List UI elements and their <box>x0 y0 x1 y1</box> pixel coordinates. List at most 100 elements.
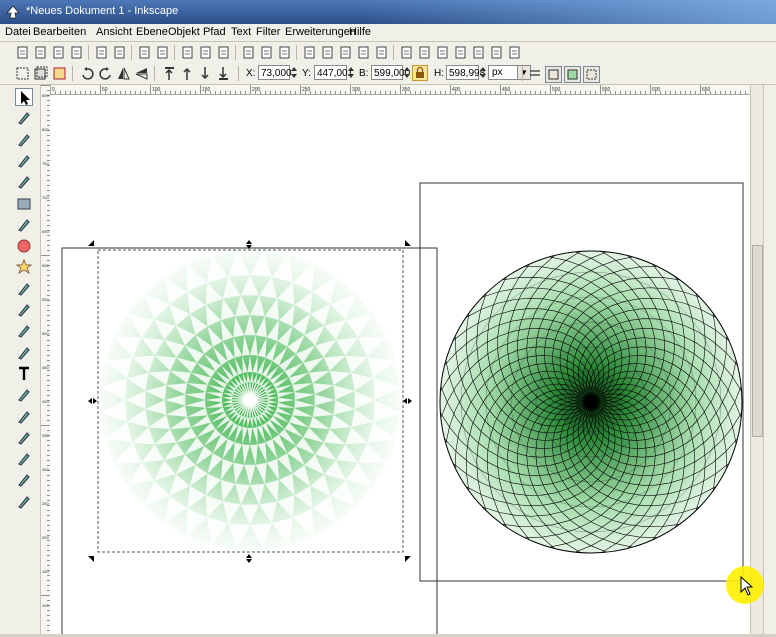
menu-erweiterungen[interactable]: Erweiterungen <box>285 26 356 38</box>
paint-bucket-tool-icon[interactable] <box>15 429 33 447</box>
save-icon[interactable] <box>51 45 66 60</box>
duplicate-icon[interactable] <box>302 45 317 60</box>
raise-icon[interactable] <box>180 66 195 81</box>
node-tool-icon[interactable] <box>15 109 33 127</box>
selector-tool-icon[interactable] <box>15 88 33 106</box>
scale-corners-icon[interactable] <box>545 66 562 83</box>
scale-handle-s[interactable] <box>246 554 252 563</box>
vertical-scrollbar[interactable] <box>750 85 763 634</box>
scale-handle-nw[interactable] <box>88 240 94 246</box>
menu-bearbeiten[interactable]: Bearbeiten <box>33 26 86 38</box>
menu-ansicht[interactable]: Ansicht <box>96 26 132 38</box>
redo-icon[interactable] <box>155 45 170 60</box>
document-properties-icon[interactable] <box>507 45 522 60</box>
connector-tool-icon[interactable] <box>15 493 33 511</box>
text-tool-icon[interactable] <box>15 365 33 383</box>
cut-icon[interactable] <box>198 45 213 60</box>
undo-icon[interactable] <box>137 45 152 60</box>
zoom-selection-icon[interactable] <box>241 45 256 60</box>
height-label: H: <box>434 68 444 79</box>
align-icon[interactable] <box>453 45 468 60</box>
copy-icon[interactable] <box>180 45 195 60</box>
y-spinner-icon[interactable] <box>348 65 354 80</box>
width-spinner-icon[interactable] <box>404 65 410 80</box>
export-icon[interactable] <box>112 45 127 60</box>
star-tool-glyph <box>15 259 33 275</box>
text-font-icon[interactable] <box>417 45 432 60</box>
xml-editor-icon[interactable] <box>435 45 450 60</box>
new-document-icon[interactable] <box>15 45 30 60</box>
height-field[interactable]: 598,998 <box>446 65 485 80</box>
spray-tool-icon[interactable] <box>15 386 33 404</box>
select-all-icon[interactable] <box>15 66 30 81</box>
menu-pfad[interactable]: Pfad <box>203 26 226 38</box>
rotate-cw-icon[interactable] <box>98 66 113 81</box>
preferences-icon[interactable] <box>489 45 504 60</box>
scale-handle-se[interactable] <box>405 556 411 562</box>
width-field[interactable]: 599,000 <box>371 65 410 80</box>
lock-ratio-button[interactable] <box>412 65 428 81</box>
right-rosette[interactable] <box>439 250 743 554</box>
menu-ebene[interactable]: Ebene <box>136 26 168 38</box>
zoom-tool-icon[interactable] <box>15 152 33 170</box>
window-title: *Neues Dokument 1 - Inkscape <box>26 5 179 17</box>
ungroup-icon[interactable] <box>374 45 389 60</box>
rotate-ccw-icon[interactable] <box>80 66 95 81</box>
print-icon[interactable] <box>69 45 84 60</box>
lower-icon[interactable] <box>198 66 213 81</box>
scale-handle-w[interactable] <box>88 398 97 404</box>
rectangle-tool-glyph <box>17 198 31 209</box>
ruler-label: 550 <box>602 87 611 93</box>
drawing-canvas[interactable] <box>50 95 750 634</box>
rectangle-tool-icon[interactable] <box>15 195 33 213</box>
measure-tool-icon[interactable] <box>15 173 33 191</box>
ellipse-tool-icon[interactable] <box>15 237 33 255</box>
left-rosette[interactable] <box>100 250 400 550</box>
transform-icon[interactable] <box>471 45 486 60</box>
scale-handle-e[interactable] <box>403 398 412 404</box>
lower-to-bottom-icon[interactable] <box>216 66 231 81</box>
menu-text[interactable]: Text <box>231 26 251 38</box>
scrollbar-thumb[interactable] <box>752 245 763 437</box>
ruler-label: 50 <box>102 87 108 93</box>
menu-filter[interactable]: Filter <box>256 26 280 38</box>
height-spinner-icon[interactable] <box>480 65 486 80</box>
3d-box-tool-icon[interactable] <box>15 216 33 234</box>
paste-icon[interactable] <box>216 45 231 60</box>
flip-vertical-icon[interactable] <box>134 66 149 81</box>
move-gradients-icon[interactable] <box>564 66 581 83</box>
eraser-tool-glyph <box>18 410 30 424</box>
menu-objekt[interactable]: Objekt <box>168 26 200 38</box>
dropper-tool-icon[interactable] <box>15 471 33 489</box>
select-all-layers-icon[interactable] <box>33 66 48 81</box>
x-field[interactable]: 73,000 <box>258 65 292 80</box>
unlink-clone-icon[interactable] <box>338 45 353 60</box>
gradient-tool-icon[interactable] <box>15 450 33 468</box>
tweak-tool-icon[interactable] <box>15 131 33 149</box>
scale-handle-sw[interactable] <box>88 556 94 562</box>
raise-to-top-icon[interactable] <box>162 66 177 81</box>
menu-hilfe[interactable]: Hilfe <box>349 26 371 38</box>
scale-handle-ne[interactable] <box>405 240 411 246</box>
import-icon[interactable] <box>94 45 109 60</box>
star-tool-icon[interactable] <box>15 258 33 276</box>
x-spinner-icon[interactable] <box>291 65 297 80</box>
group-icon[interactable] <box>356 45 371 60</box>
menu-datei[interactable]: Datei <box>5 26 31 38</box>
clone-icon[interactable] <box>320 45 335 60</box>
zoom-page-icon[interactable] <box>277 45 292 60</box>
flip-horizontal-icon[interactable] <box>116 66 131 81</box>
y-field[interactable]: 447,001 <box>314 65 353 80</box>
scale-stroke-icon[interactable] <box>528 66 543 81</box>
eraser-tool-icon[interactable] <box>15 408 33 426</box>
pencil-tool-icon[interactable] <box>15 301 33 319</box>
move-patterns-icon[interactable] <box>583 66 600 83</box>
zoom-drawing-icon[interactable] <box>259 45 274 60</box>
deselect-icon[interactable] <box>52 66 67 81</box>
spiral-tool-icon[interactable] <box>15 280 33 298</box>
unit-select[interactable]: px ▼ <box>488 65 531 80</box>
pen-tool-icon[interactable] <box>15 322 33 340</box>
calligraphy-tool-icon[interactable] <box>15 344 33 362</box>
fill-stroke-icon[interactable] <box>399 45 414 60</box>
open-icon[interactable] <box>33 45 48 60</box>
